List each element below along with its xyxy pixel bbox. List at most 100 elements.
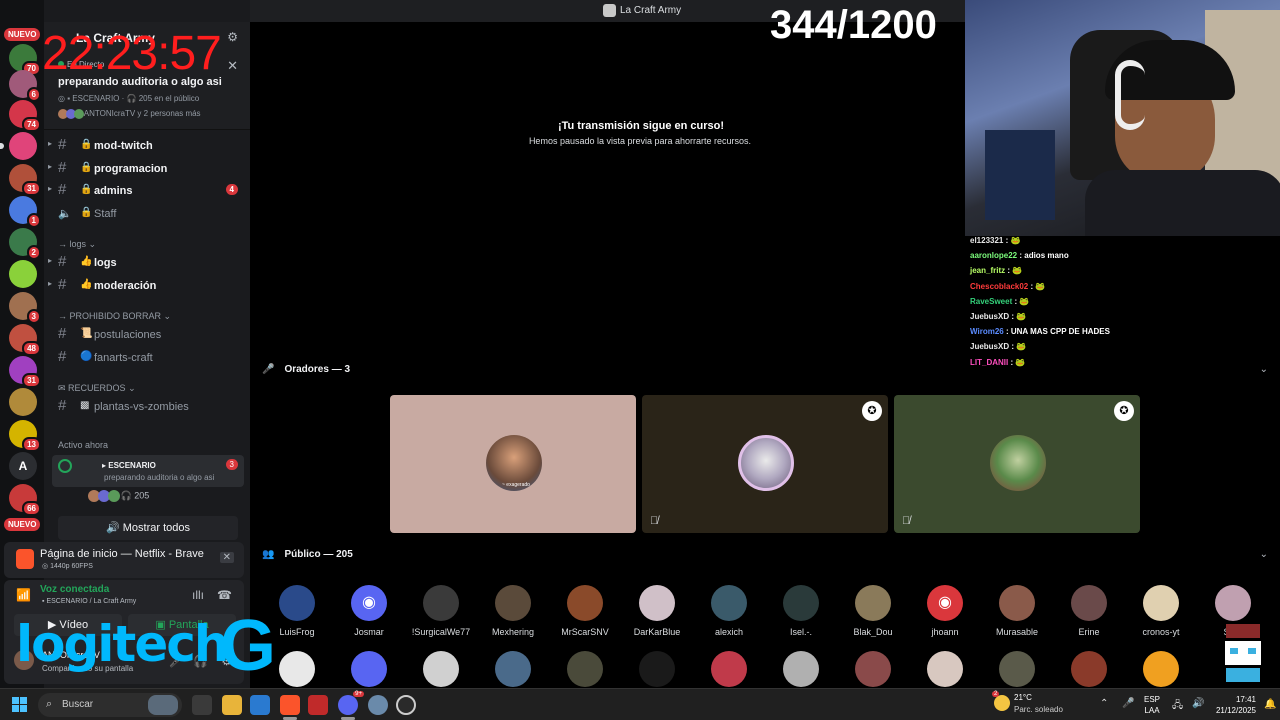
- avatar[interactable]: [639, 651, 675, 687]
- category-recuerdos[interactable]: ✉ RECUERDOS ⌄: [58, 383, 136, 394]
- language-indicator[interactable]: ESP LAA: [1144, 694, 1160, 716]
- brave-icon: [16, 549, 34, 569]
- avatar[interactable]: [351, 651, 387, 687]
- channel-staff[interactable]: 🔈 🔒 Staff: [44, 204, 250, 224]
- chat-username: el123321: [970, 236, 1004, 245]
- server-icon[interactable]: 31: [9, 356, 41, 388]
- chevron-up-icon[interactable]: ⌃: [1100, 698, 1108, 709]
- server-icon[interactable]: [9, 132, 37, 160]
- notification-icon[interactable]: 🔔: [1264, 699, 1276, 710]
- server-icon[interactable]: 6: [9, 70, 41, 102]
- obs-icon[interactable]: [396, 695, 416, 715]
- chat-line: el123321 : 🐸: [970, 236, 1270, 251]
- audience-member[interactable]: Mexhering: [478, 585, 548, 637]
- window-title: La Craft Army: [620, 5, 682, 16]
- chat-line: RaveSweet : 🐸: [970, 297, 1270, 312]
- audience-member[interactable]: DarKarBlue: [622, 585, 692, 637]
- show-all-button[interactable]: 🔊 Mostrar todos: [58, 516, 238, 540]
- mascot-body: [1226, 668, 1260, 682]
- mascot-eye: [1248, 648, 1256, 654]
- close-icon[interactable]: ✕: [227, 58, 238, 74]
- channel-postulaciones[interactable]: # 📜 postulaciones: [44, 325, 250, 345]
- discord-icon[interactable]: 9+: [338, 691, 364, 715]
- lock-icon: 🔒: [80, 184, 93, 195]
- server-icon[interactable]: 48: [9, 324, 41, 356]
- channel-programacion[interactable]: ▸ # 🔒 programacion: [44, 159, 250, 179]
- channel-plantas-vs-zombies[interactable]: # ▩ plantas-vs-zombies: [44, 397, 250, 417]
- brave-icon[interactable]: [280, 695, 300, 715]
- taskbar-search[interactable]: ⌕ Buscar: [38, 693, 182, 717]
- avatar[interactable]: [1143, 651, 1179, 687]
- server-icon[interactable]: 1: [9, 196, 41, 228]
- file-explorer-icon[interactable]: [222, 695, 242, 715]
- category-logs[interactable]: → logs ⌄: [58, 239, 96, 250]
- store-icon[interactable]: [250, 695, 270, 715]
- avatar: [74, 109, 84, 119]
- audience-member[interactable]: MrScarSNV: [550, 585, 620, 637]
- server-icon[interactable]: 66: [9, 484, 41, 516]
- audience-member[interactable]: cronos-yt: [1126, 585, 1196, 637]
- audience-member[interactable]: ◉ jhoann: [910, 585, 980, 637]
- avatar[interactable]: [495, 651, 531, 687]
- server-icon[interactable]: 13: [9, 420, 41, 452]
- lock-icon: 🔒: [80, 207, 93, 218]
- avatar: [711, 585, 747, 621]
- settings-icon[interactable]: [368, 695, 388, 715]
- microphone-icon[interactable]: 🎤: [1122, 698, 1134, 709]
- volume-icon[interactable]: 🔊: [1192, 698, 1204, 709]
- avatar[interactable]: [999, 651, 1035, 687]
- server-icon[interactable]: 74: [9, 100, 41, 132]
- server-icon[interactable]: 31: [9, 164, 41, 196]
- clock-overlay: 22:23:57: [42, 27, 222, 80]
- avatar[interactable]: [855, 651, 891, 687]
- gear-icon[interactable]: ⚙: [227, 30, 238, 44]
- audience-member[interactable]: Isel.-.: [766, 585, 836, 637]
- chat-username: JuebusXD: [970, 342, 1010, 352]
- avatar: [423, 585, 459, 621]
- disconnect-icon[interactable]: ☎: [217, 588, 232, 602]
- avatar[interactable]: [567, 651, 603, 687]
- audience-member[interactable]: !SurgicalWe77: [406, 585, 476, 637]
- logitech-logo: logitech: [16, 615, 229, 673]
- avatar[interactable]: [279, 651, 315, 687]
- audience-member[interactable]: ◉ Josmar: [334, 585, 404, 637]
- channel-fanarts-craft[interactable]: # 🔵 fanarts-craft: [44, 348, 250, 368]
- channel-moderacion[interactable]: ▸ # 👍 moderación: [44, 276, 250, 296]
- avatar[interactable]: [927, 651, 963, 687]
- audience-member[interactable]: Murasable: [982, 585, 1052, 637]
- headphones-icon: [1115, 60, 1145, 130]
- close-icon[interactable]: ✕: [219, 552, 234, 563]
- avatar[interactable]: [711, 651, 747, 687]
- server-icon[interactable]: [9, 388, 37, 416]
- avatar[interactable]: [423, 651, 459, 687]
- chevron-down-icon[interactable]: ⌄: [1260, 364, 1268, 375]
- audience-member[interactable]: Blak_Dou: [838, 585, 908, 637]
- server-icon[interactable]: A: [9, 452, 37, 480]
- server-icon[interactable]: 2: [9, 228, 41, 260]
- speaker-tile[interactable]: ✪ 🎙̸: [894, 395, 1140, 533]
- category-prohibido-borrar[interactable]: → PROHIBIDO BORRAR ⌄: [58, 311, 171, 322]
- globe-icon: 🔵: [80, 351, 93, 362]
- server-icon[interactable]: [9, 260, 37, 288]
- channel-mod-twitch[interactable]: ▸ # 🔒 mod-twitch: [44, 136, 250, 156]
- voice-status: Voz conectada: [40, 584, 110, 595]
- active-stage-card[interactable]: ▸ ESCENARIO preparando auditoria o algo …: [52, 455, 244, 487]
- voicemod-icon[interactable]: [308, 695, 328, 715]
- channel-admins[interactable]: ▸ # 🔒 admins 4: [44, 181, 250, 201]
- channel-logs[interactable]: ▸ # 👍 logs: [44, 253, 250, 273]
- server-icon[interactable]: 70: [9, 44, 41, 76]
- network-icon[interactable]: 🖧: [1172, 698, 1183, 715]
- task-view-icon[interactable]: [192, 695, 212, 715]
- chevron-down-icon[interactable]: ⌄: [1260, 549, 1268, 560]
- server-icon[interactable]: 3: [9, 292, 41, 324]
- avatar[interactable]: [783, 651, 819, 687]
- moderator-icon: ✪: [1114, 401, 1134, 421]
- avatar[interactable]: [1071, 651, 1107, 687]
- speaker-tile[interactable]: ✪ 🎙̸: [642, 395, 888, 533]
- windows-start-icon[interactable]: [12, 697, 28, 713]
- clock[interactable]: 17:41 21/12/2025: [1208, 694, 1256, 716]
- audience-member[interactable]: alexich: [694, 585, 764, 637]
- audience-member[interactable]: Erine: [1054, 585, 1124, 637]
- speaker-tile[interactable]: ~ exagerado: [390, 395, 636, 533]
- noise-icon[interactable]: ıllı: [192, 588, 204, 602]
